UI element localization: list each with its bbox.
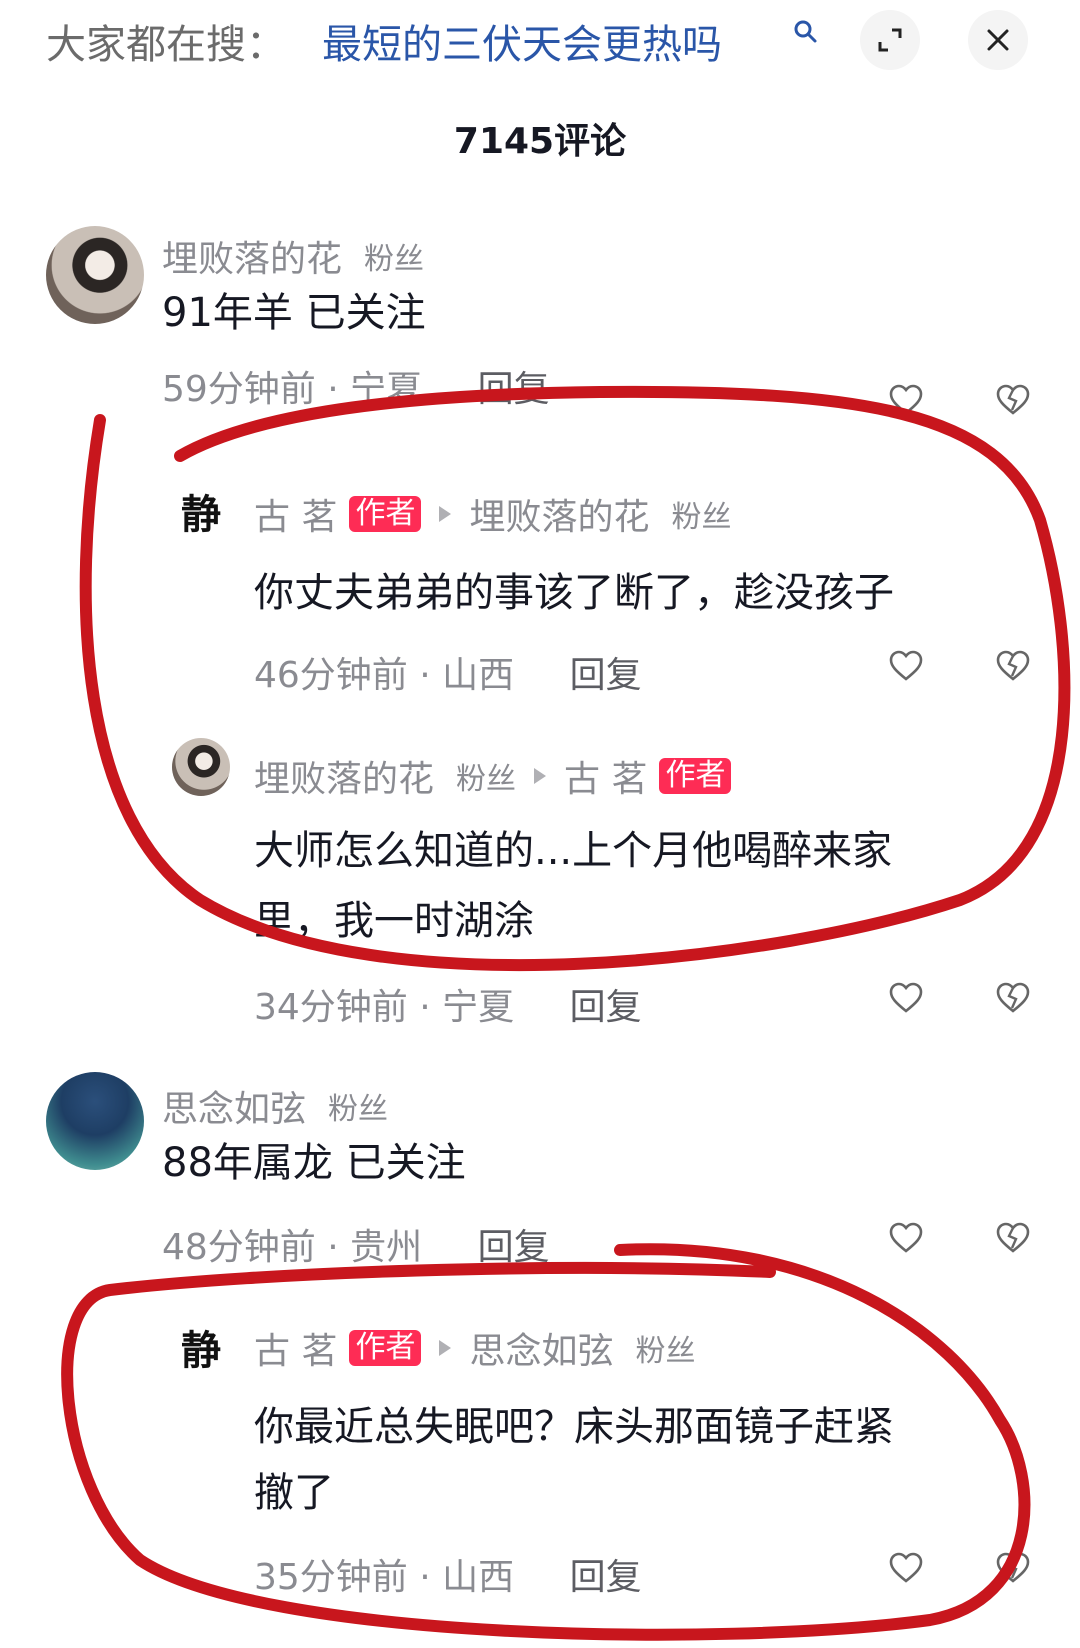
like-icon[interactable] bbox=[888, 648, 924, 684]
username[interactable]: 思念如弦 bbox=[162, 1080, 306, 1132]
comment-count-title: 7145评论 bbox=[453, 121, 627, 162]
close-button[interactable] bbox=[968, 10, 1028, 70]
avatar[interactable] bbox=[172, 738, 230, 796]
reply-meta: 35分钟前 · 山西 回复 bbox=[254, 1548, 642, 1600]
username[interactable]: 古 茗 bbox=[254, 1322, 337, 1374]
time-location: 59分钟前 · 宁夏 bbox=[162, 369, 423, 410]
fan-tag: 粉丝 bbox=[456, 762, 517, 797]
expand-button[interactable] bbox=[860, 10, 920, 70]
author-badge: 作者 bbox=[659, 758, 732, 794]
author-avatar[interactable]: 静 bbox=[172, 1318, 230, 1376]
comment-text: 88年属龙 已关注 bbox=[162, 1140, 466, 1186]
search-prefix-label: 大家都在搜： bbox=[46, 22, 286, 68]
avatar[interactable] bbox=[46, 226, 144, 324]
reply-text-line: 里，我一时湖涂 bbox=[254, 898, 534, 944]
reply-to-username[interactable]: 埋败落的花 bbox=[469, 488, 649, 540]
reply-text-line: 撤了 bbox=[254, 1470, 334, 1516]
reply-button[interactable]: 回复 bbox=[570, 987, 642, 1028]
fan-tag: 粉丝 bbox=[328, 1092, 389, 1127]
reply-button[interactable]: 回复 bbox=[570, 655, 642, 696]
dislike-icon[interactable] bbox=[995, 648, 1031, 684]
reply-button[interactable]: 回复 bbox=[478, 369, 550, 410]
like-icon[interactable] bbox=[888, 382, 924, 418]
search-suggestion-link[interactable]: 最短的三伏天会更热吗 bbox=[322, 12, 722, 70]
dislike-icon[interactable] bbox=[995, 1220, 1031, 1256]
search-icon[interactable] bbox=[792, 18, 818, 44]
like-icon[interactable] bbox=[888, 1220, 924, 1256]
time-location: 35分钟前 · 山西 bbox=[254, 1557, 515, 1598]
username[interactable]: 古 茗 bbox=[254, 488, 337, 540]
expand-icon bbox=[878, 28, 902, 52]
dislike-icon[interactable] bbox=[995, 382, 1031, 418]
comment-header: 埋败落的花 粉丝 bbox=[162, 230, 424, 282]
author-badge: 作者 bbox=[349, 1330, 422, 1366]
reply-text: 你丈夫弟弟的事该了断了，趁没孩子 bbox=[254, 570, 894, 616]
reply-arrow-icon bbox=[439, 506, 452, 522]
reply-to-username[interactable]: 思念如弦 bbox=[469, 1322, 613, 1374]
dislike-icon[interactable] bbox=[995, 980, 1031, 1016]
fan-tag: 粉丝 bbox=[635, 1334, 696, 1369]
reply-text-line: 大师怎么知道的...上个月他喝醉来家 bbox=[254, 828, 893, 874]
reply-button[interactable]: 回复 bbox=[478, 1227, 550, 1268]
reply-header: 古 茗 作者 思念如弦 粉丝 bbox=[254, 1322, 695, 1374]
fan-tag: 粉丝 bbox=[364, 242, 425, 277]
reply-button[interactable]: 回复 bbox=[570, 1557, 642, 1598]
username[interactable]: 埋败落的花 bbox=[254, 750, 434, 802]
fan-tag: 粉丝 bbox=[671, 500, 732, 535]
reply-meta: 46分钟前 · 山西 回复 bbox=[254, 646, 642, 698]
reply-header: 埋败落的花 粉丝 古 茗 作者 bbox=[254, 750, 732, 802]
comment-meta: 59分钟前 · 宁夏 回复 bbox=[162, 360, 550, 412]
comment-header: 思念如弦 粉丝 bbox=[162, 1080, 388, 1132]
reply-arrow-icon bbox=[439, 1340, 452, 1356]
reply-header: 古 茗 作者 埋败落的花 粉丝 bbox=[254, 488, 731, 540]
dislike-icon[interactable] bbox=[995, 1550, 1031, 1586]
avatar[interactable] bbox=[46, 1072, 144, 1170]
comment-meta: 48分钟前 · 贵州 回复 bbox=[162, 1218, 550, 1270]
author-badge: 作者 bbox=[349, 496, 422, 532]
time-location: 34分钟前 · 宁夏 bbox=[254, 987, 515, 1028]
username[interactable]: 埋败落的花 bbox=[162, 230, 342, 282]
reply-to-username[interactable]: 古 茗 bbox=[564, 750, 647, 802]
close-icon bbox=[987, 29, 1009, 51]
like-icon[interactable] bbox=[888, 1550, 924, 1586]
reply-meta: 34分钟前 · 宁夏 回复 bbox=[254, 978, 642, 1030]
time-location: 46分钟前 · 山西 bbox=[254, 655, 515, 696]
author-avatar[interactable]: 静 bbox=[172, 482, 230, 540]
time-location: 48分钟前 · 贵州 bbox=[162, 1227, 423, 1268]
reply-arrow-icon bbox=[534, 768, 547, 784]
comment-text: 91年羊 已关注 bbox=[162, 290, 426, 336]
reply-text-line: 你最近总失眠吧？床头那面镜子赶紧 bbox=[254, 1404, 894, 1450]
like-icon[interactable] bbox=[888, 980, 924, 1016]
